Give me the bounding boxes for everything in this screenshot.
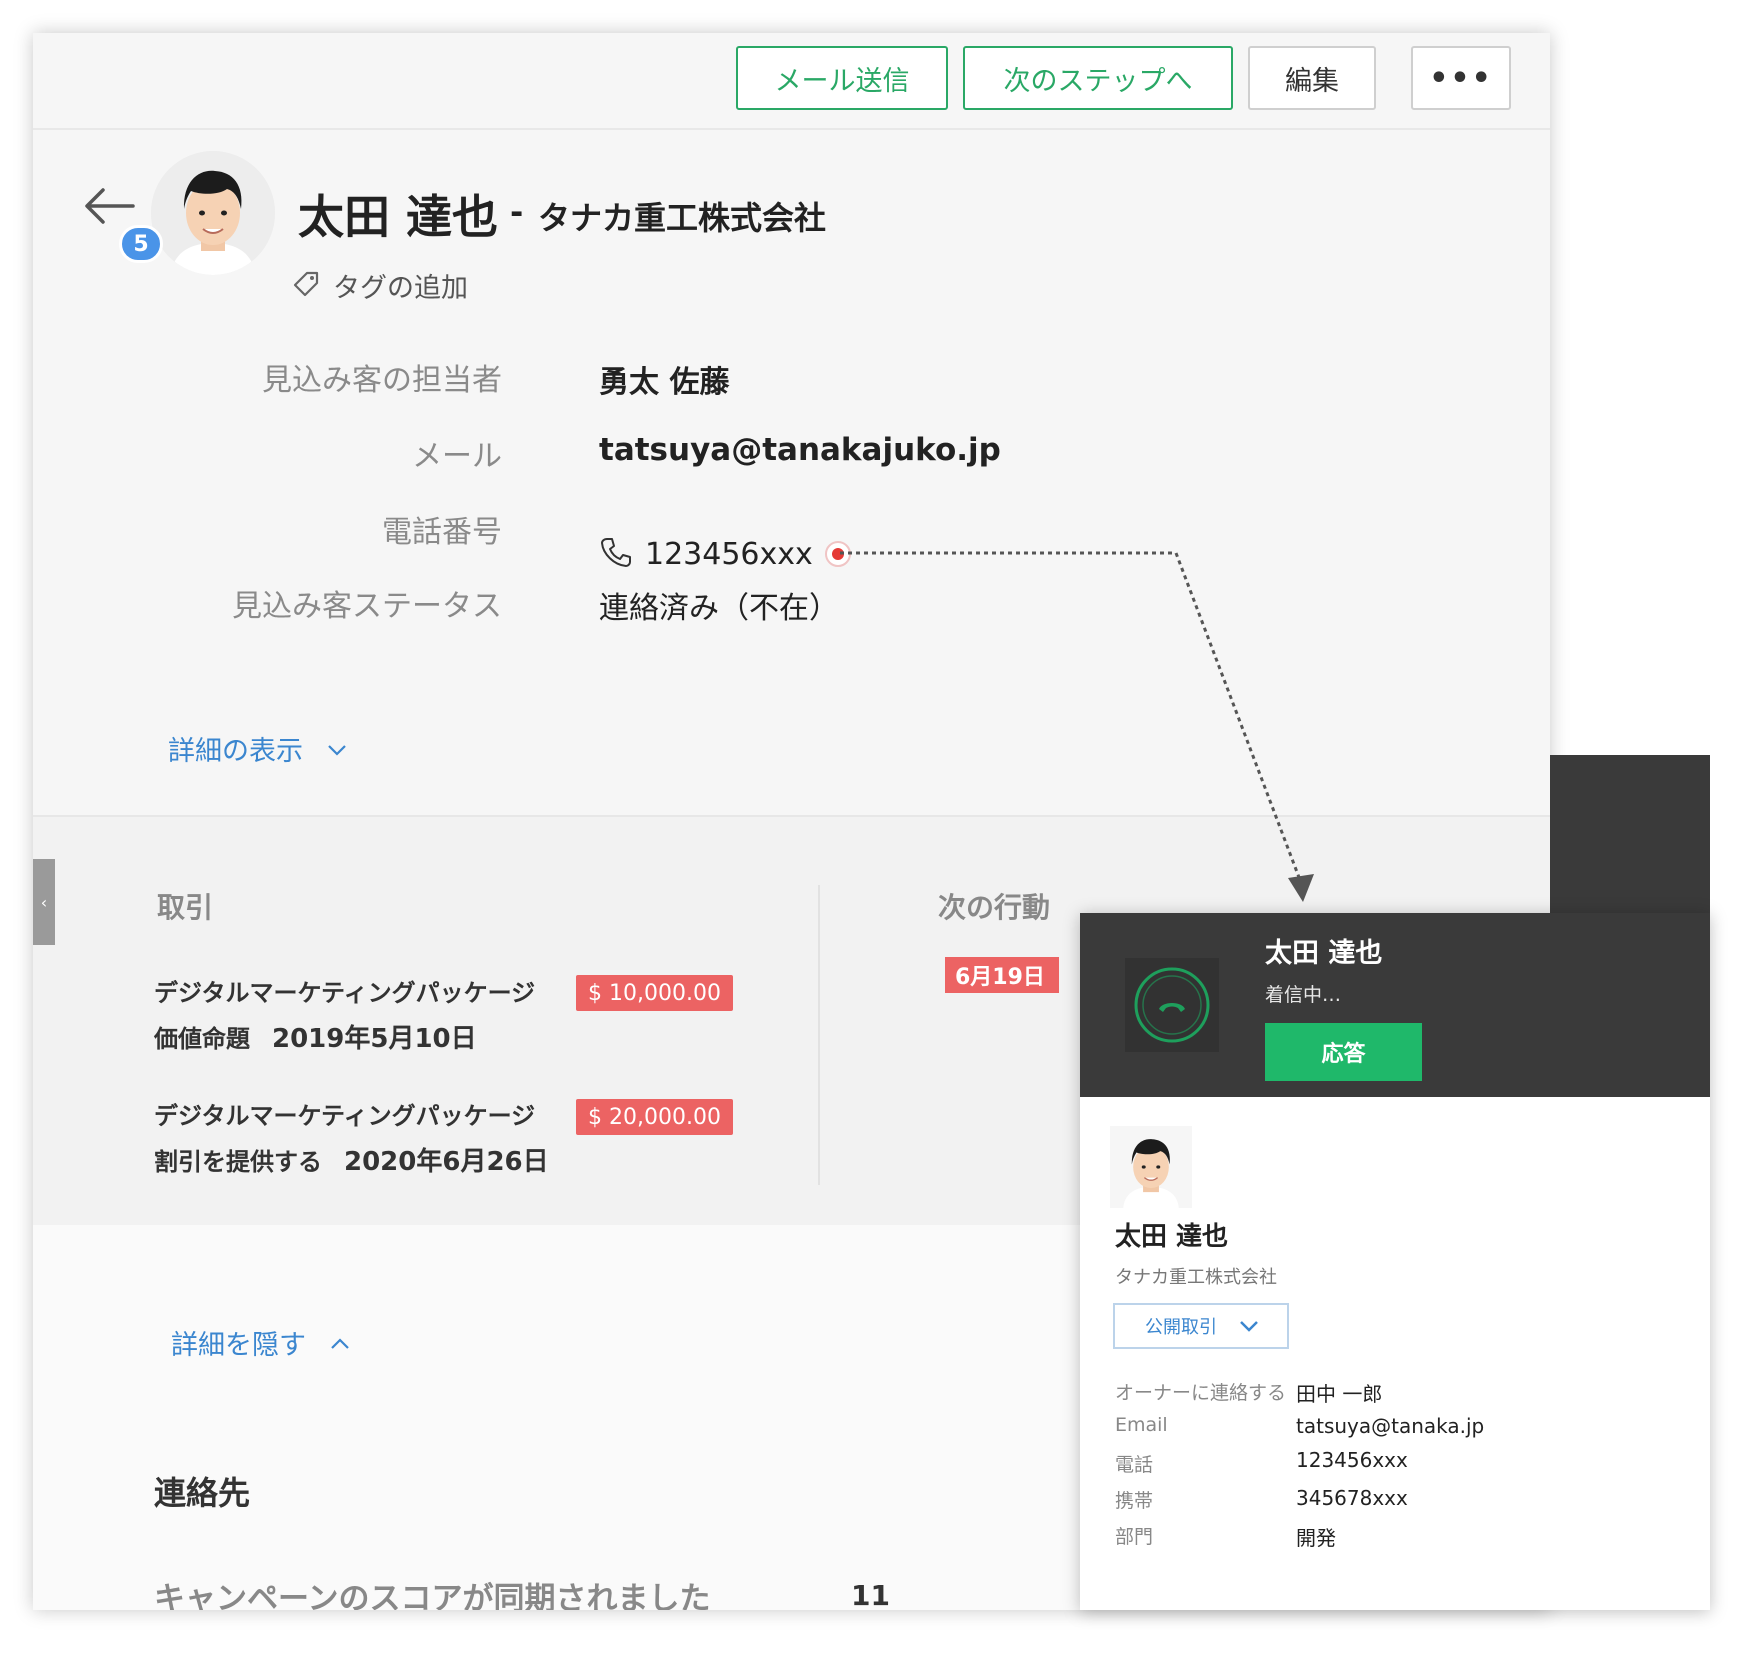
deal-stage-row: 割引を提供する 2020年6月26日	[154, 1141, 549, 1178]
contact-name: 太田 達也	[1115, 1222, 1229, 1252]
next-action-date-flag: 6月19日	[945, 957, 1059, 993]
deal-date: 2019年5月10日	[272, 1024, 477, 1054]
deal-name[interactable]: デジタルマーケティングパッケージ	[154, 1096, 535, 1131]
tag-icon	[291, 269, 321, 303]
lead-avatar	[151, 151, 275, 275]
phone-value[interactable]: 123456xxx	[1296, 1448, 1408, 1472]
incoming-call-popup: 太田 達也 着信中… 応答 太田 達也 タナカ重工株式会社 公開取引 オーナーに…	[1080, 913, 1710, 1610]
hide-details-label: 詳細を隠す	[171, 1330, 306, 1361]
contacts-title: 連絡先	[154, 1474, 251, 1512]
owner-contact-value: 田中 一郎	[1296, 1382, 1383, 1406]
deals-title: 取引	[157, 891, 214, 924]
title-separator: -	[510, 193, 524, 231]
lead-name: 太田 達也	[298, 190, 499, 244]
edit-button[interactable]: 編集	[1248, 46, 1376, 110]
owner-label: 見込み客の担当者	[262, 363, 502, 398]
add-tag-link[interactable]: タグの追加	[291, 266, 468, 305]
mobile-value[interactable]: 345678xxx	[1296, 1486, 1408, 1510]
next-step-button[interactable]: 次のステップへ	[963, 46, 1233, 110]
contact-avatar	[1110, 1126, 1192, 1208]
section-divider	[818, 885, 820, 1185]
call-header: 太田 達也 着信中… 応答	[1080, 913, 1710, 1097]
campaign-sync-text: キャンペーンのスコアが同期されました	[154, 1581, 711, 1610]
answer-button[interactable]: 応答	[1265, 1023, 1422, 1081]
campaign-score-count: 11	[851, 1579, 890, 1610]
deal-name[interactable]: デジタルマーケティングパッケージ	[154, 973, 535, 1008]
add-tag-label: タグの追加	[333, 273, 468, 304]
phone-number: 123456xxx	[645, 536, 813, 572]
incoming-call-icon	[1125, 958, 1219, 1052]
email-label: メール	[412, 439, 502, 474]
lead-company: タナカ重工株式会社	[538, 199, 827, 237]
department-value: 開発	[1296, 1526, 1336, 1550]
show-details-label: 詳細の表示	[168, 736, 303, 767]
next-action-title: 次の行動	[938, 891, 1051, 924]
popup-shadow-backdrop	[1550, 755, 1710, 915]
show-details-link[interactable]: 詳細の表示	[168, 729, 347, 768]
more-dots-icon: •••	[1429, 60, 1493, 96]
send-mail-button[interactable]: メール送信	[736, 46, 948, 110]
deal-select-dropdown[interactable]: 公開取引	[1113, 1303, 1289, 1349]
recording-dot-icon	[824, 541, 851, 567]
deal-amount-badge: $ 20,000.00	[576, 1099, 733, 1135]
deal-stage: 割引を提供する	[154, 1148, 322, 1176]
toolbar: メール送信 次のステップへ 編集 •••	[33, 33, 1550, 130]
phone-label: 電話	[1115, 1454, 1154, 1476]
status-label: 見込み客ステータス	[232, 589, 502, 624]
caller-name: 太田 達也	[1265, 938, 1383, 969]
chevron-down-icon	[303, 733, 347, 764]
back-arrow-icon[interactable]	[83, 186, 135, 230]
phone-value-row[interactable]: 123456xxx	[599, 535, 851, 573]
chevron-up-icon	[306, 1327, 350, 1358]
phone-icon[interactable]	[599, 535, 633, 573]
deal-date: 2020年6月26日	[344, 1147, 549, 1177]
deal-stage: 価値命題	[154, 1025, 250, 1053]
notification-badge: 5	[119, 225, 163, 263]
phone-label: 電話番号	[382, 515, 502, 550]
email-value[interactable]: tatsuya@tanakajuko.jp	[599, 432, 1001, 468]
owner-value: 勇太 佐藤	[599, 365, 730, 400]
mobile-label: 携帯	[1115, 1490, 1154, 1512]
chevron-down-icon	[1240, 1321, 1258, 1332]
department-label: 部門	[1115, 1526, 1154, 1548]
deal-amount-badge: $ 10,000.00	[576, 975, 733, 1011]
hide-details-link[interactable]: 詳細を隠す	[171, 1323, 350, 1362]
call-status: 着信中…	[1265, 984, 1342, 1006]
email-value[interactable]: tatsuya@tanaka.jp	[1296, 1414, 1484, 1438]
status-value: 連絡済み（不在）	[599, 591, 839, 626]
collapse-sidebar-handle[interactable]: ‹	[33, 859, 55, 945]
deal-select-value: 公開取引	[1145, 1317, 1217, 1338]
more-button[interactable]: •••	[1411, 46, 1511, 110]
owner-contact-label: オーナーに連絡する	[1115, 1382, 1287, 1404]
email-label: Email	[1115, 1414, 1168, 1436]
deal-stage-row: 価値命題 2019年5月10日	[154, 1018, 477, 1055]
contact-company: タナカ重工株式会社	[1115, 1267, 1277, 1288]
